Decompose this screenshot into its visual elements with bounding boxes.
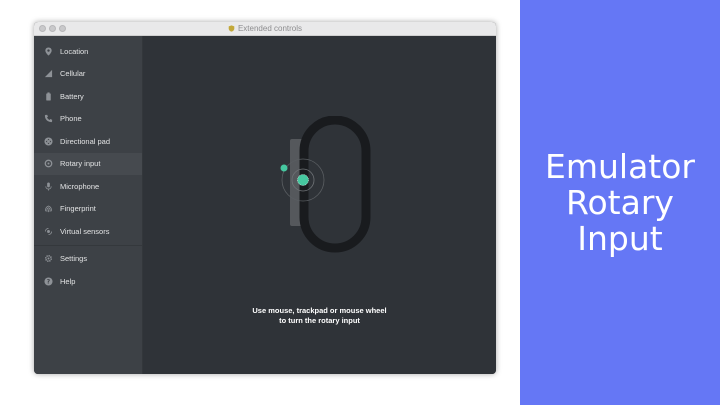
sidebar-item-cellular[interactable]: Cellular <box>34 63 142 86</box>
banner-line-2: Rotary <box>566 182 674 222</box>
window-body: Location Cellular Battery Phone Directio… <box>34 36 496 374</box>
title-bar: Extended controls <box>34 22 496 36</box>
sidebar-item-directional-pad[interactable]: Directional pad <box>34 130 142 153</box>
sidebar-item-virtual-sensors[interactable]: Virtual sensors <box>34 220 142 243</box>
rotary-icon <box>44 159 53 168</box>
window-title-area: Extended controls <box>34 22 496 35</box>
fingerprint-icon <box>44 204 53 213</box>
banner-line-1: Emulator <box>545 146 695 186</box>
title-banner: Emulator Rotary Input <box>520 0 720 405</box>
banner-line-3: Input <box>577 218 663 258</box>
sidebar: Location Cellular Battery Phone Directio… <box>34 36 143 374</box>
sidebar-divider <box>34 244 142 246</box>
rotary-instruction: Use mouse, trackpad or mouse wheel to tu… <box>143 306 496 326</box>
shield-icon <box>228 25 235 32</box>
sidebar-item-location[interactable]: Location <box>34 40 142 63</box>
sidebar-item-label: Directional pad <box>60 136 111 146</box>
dpad-icon <box>44 137 53 146</box>
sidebar-item-label: Microphone <box>60 181 100 191</box>
sidebar-item-label: Battery <box>60 91 84 101</box>
help-icon: ? <box>44 277 53 286</box>
sidebar-item-label: Virtual sensors <box>60 226 110 236</box>
emulator-window: Extended controls Location Cellular Batt… <box>34 22 496 374</box>
rotation-indicator-dot[interactable] <box>280 164 288 172</box>
sidebar-item-label: Settings <box>60 254 88 264</box>
sidebar-item-microphone[interactable]: Microphone <box>34 175 142 198</box>
sidebar-item-label: Rotary input <box>60 159 101 169</box>
cellular-signal-icon <box>44 69 53 78</box>
sidebar-item-fingerprint[interactable]: Fingerprint <box>34 198 142 221</box>
battery-icon <box>44 92 53 101</box>
rotary-knob[interactable] <box>297 174 309 186</box>
banner-title: Emulator Rotary Input <box>545 146 695 258</box>
gear-icon <box>44 254 53 263</box>
sidebar-item-phone[interactable]: Phone <box>34 108 142 131</box>
sidebar-item-battery[interactable]: Battery <box>34 85 142 108</box>
rotary-panel: Use mouse, trackpad or mouse wheel to tu… <box>143 36 496 374</box>
sidebar-item-rotary-input[interactable]: Rotary input <box>34 152 142 175</box>
instruction-line-2: to turn the rotary input <box>279 316 360 325</box>
phone-icon <box>44 114 53 123</box>
sensors-icon <box>44 227 53 236</box>
location-pin-icon <box>44 47 53 56</box>
window-title: Extended controls <box>237 24 303 33</box>
sidebar-item-label: Phone <box>60 114 82 124</box>
rotary-watch-illustration <box>280 116 371 253</box>
instruction-line-1: Use mouse, trackpad or mouse wheel <box>252 306 387 315</box>
sidebar-item-help[interactable]: ? Help <box>34 270 142 293</box>
sidebar-item-label: Fingerprint <box>60 204 96 214</box>
sidebar-item-label: Cellular <box>60 69 86 79</box>
microphone-icon <box>44 182 53 191</box>
sidebar-item-label: Location <box>60 46 89 56</box>
sidebar-item-label: Help <box>60 276 76 286</box>
sidebar-item-settings[interactable]: Settings <box>34 248 142 271</box>
